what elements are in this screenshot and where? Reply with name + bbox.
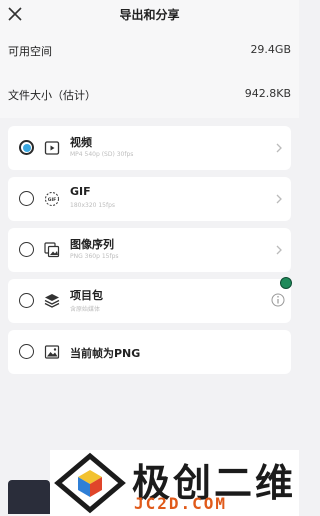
radio-image-sequence[interactable] (19, 242, 34, 257)
option-current-frame-png-name: 当前帧为PNG (70, 347, 141, 360)
option-image-sequence[interactable]: 图像序列 PNG 360p 15fps (8, 228, 291, 272)
file-size-label: 文件大小（估计） (8, 89, 96, 102)
option-project-package[interactable]: 项目包 含原始媒体 (8, 279, 291, 323)
option-gif-name: GIF (70, 185, 91, 198)
watermark-logo-icon (54, 452, 126, 514)
option-image-sequence-name: 图像序列 (70, 238, 114, 251)
available-space-label: 可用空间 (8, 45, 52, 58)
option-video-sub: MP4 540p (SD) 30fps (70, 151, 134, 158)
available-space-value: 29.4GB (250, 43, 291, 56)
file-size-row: 文件大小（估计） 942.8KB (0, 74, 299, 118)
option-video[interactable]: 视频 MP4 540p (SD) 30fps (8, 126, 291, 170)
video-icon (44, 141, 60, 155)
option-gif[interactable]: GIF GIF 180x320 15fps (8, 177, 291, 221)
project-package-icon (44, 294, 60, 308)
file-size-value: 942.8KB (244, 87, 291, 100)
watermark-domain: JC2D.COM (134, 494, 228, 513)
svg-text:GIF: GIF (48, 197, 56, 203)
radio-project-package[interactable] (19, 293, 34, 308)
option-project-package-name: 项目包 (70, 289, 103, 302)
image-icon (44, 345, 60, 359)
available-space-row: 可用空间 29.4GB (0, 30, 299, 74)
chevron-right-icon (276, 194, 282, 204)
option-current-frame-png[interactable]: 当前帧为PNG (8, 330, 291, 374)
radio-video[interactable] (19, 140, 34, 155)
watermark-banner: 极创二维 JC2D.COM (50, 450, 299, 516)
chevron-right-icon (276, 143, 282, 153)
bottom-action-button[interactable] (8, 480, 50, 514)
option-image-sequence-sub: PNG 360p 15fps (70, 253, 119, 260)
radio-gif[interactable] (19, 191, 34, 206)
image-sequence-icon (44, 242, 60, 258)
chevron-right-icon (276, 245, 282, 255)
gif-icon: GIF (45, 192, 59, 206)
page-title: 导出和分享 (119, 8, 180, 22)
option-project-package-sub: 含原始媒体 (70, 306, 101, 313)
floating-status-dot[interactable] (280, 277, 292, 289)
option-gif-sub: 180x320 15fps (70, 202, 116, 209)
radio-current-frame-png[interactable] (19, 344, 34, 359)
option-video-name: 视频 (70, 136, 92, 149)
header-bar: 导出和分享 (0, 0, 299, 30)
info-icon[interactable] (271, 293, 285, 307)
